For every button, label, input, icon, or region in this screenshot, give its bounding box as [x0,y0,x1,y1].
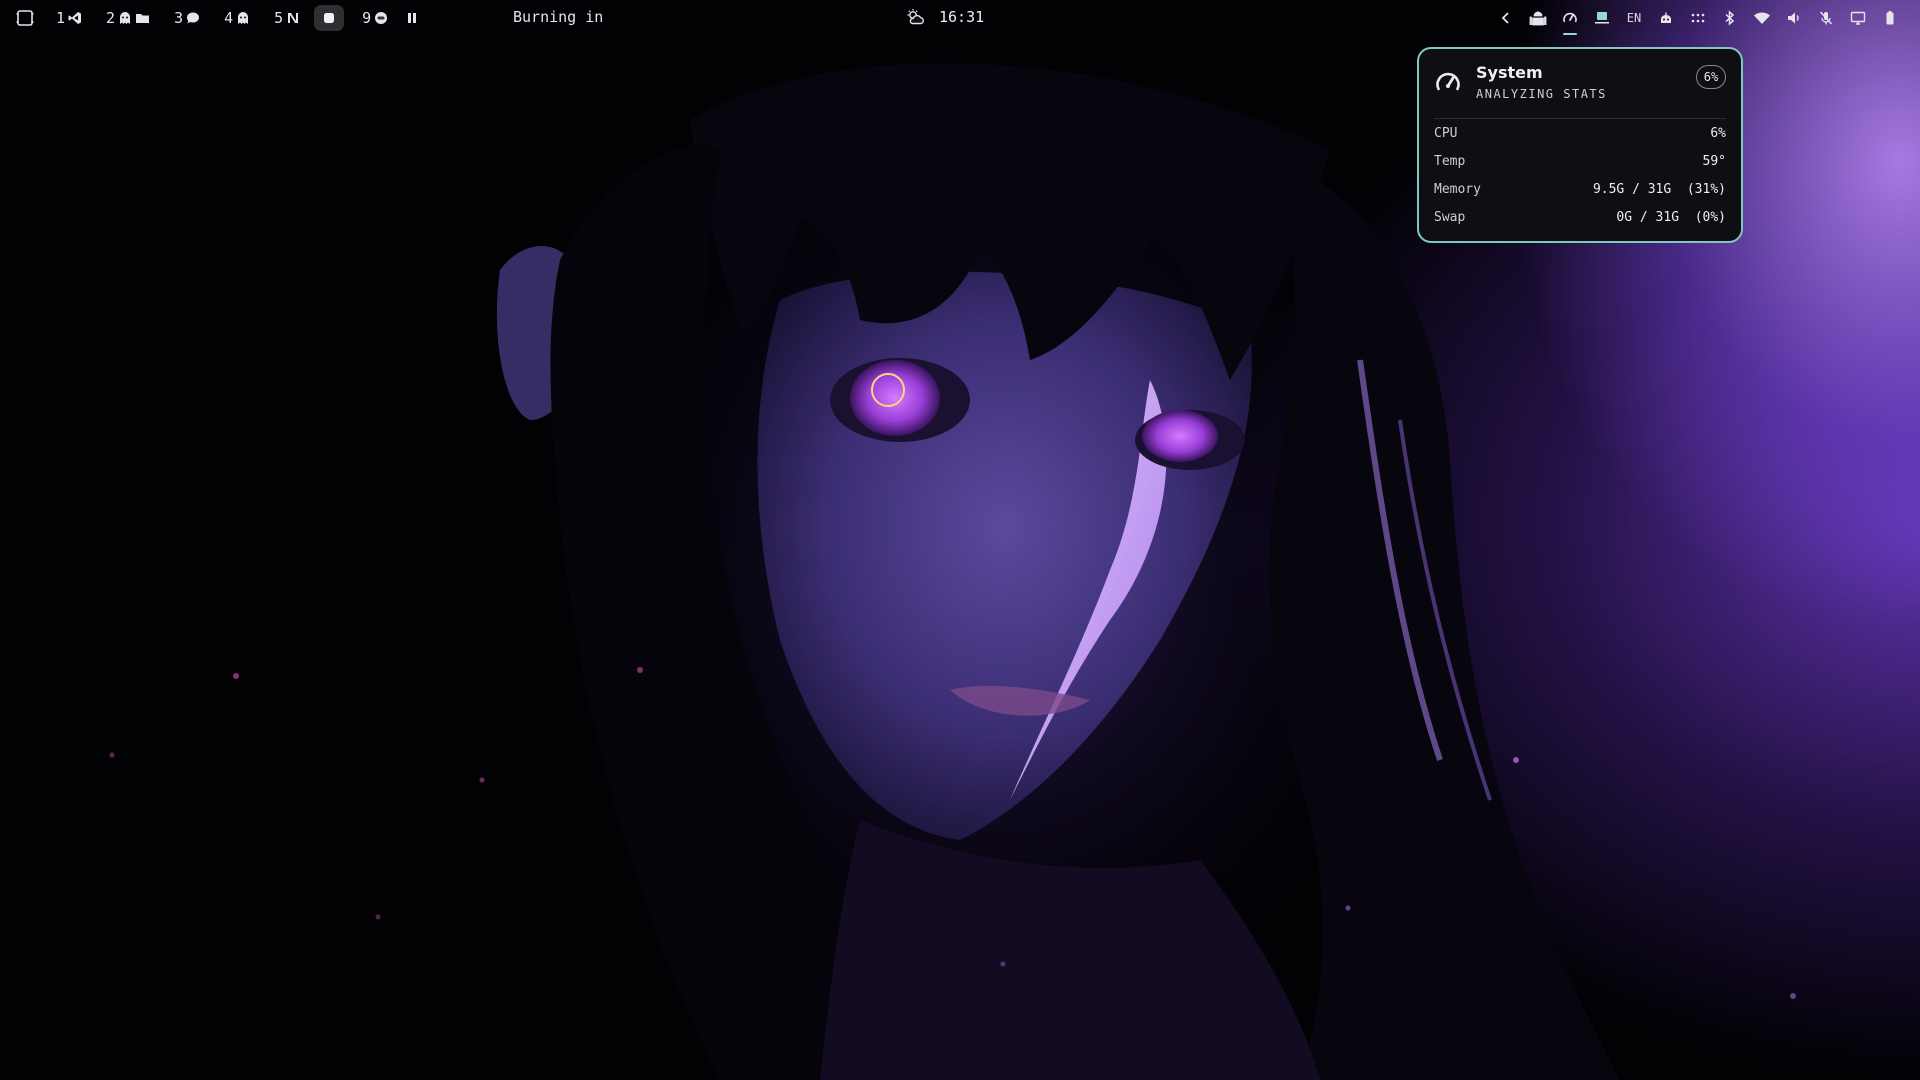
workspace-number: 2 [106,9,116,27]
chat-bubble-icon [187,12,200,24]
stat-label: Swap [1434,209,1466,225]
tray-laptop[interactable] [1586,6,1618,30]
top-bar: 1 2 3 4 5 9 Burning in 16:31 EN [0,0,1920,36]
stat-label: Memory [1434,181,1481,197]
stat-row-temp: Temp 59° [1434,147,1726,175]
workspace-9[interactable]: 9 [356,5,394,31]
speedometer-icon [1436,72,1460,91]
grid-dots-icon [1691,13,1705,23]
clock-time: 16:31 [939,8,985,26]
stat-row-cpu: CPU 6% [1434,119,1726,147]
stat-row-swap: Swap 0G / 31G (0%) [1434,203,1726,231]
workspace-list: 1 2 3 4 5 9 [50,5,406,31]
popup-header: System ANALYZING STATS 6% [1434,63,1726,119]
mosque-icon [1529,11,1547,26]
partly-cloudy-icon [907,9,924,25]
stat-row-memory: Memory 9.5G / 31G (31%) [1434,175,1726,203]
tray-display[interactable] [1842,6,1874,30]
workspace-3[interactable]: 3 [168,5,206,31]
workspace-number: 1 [56,9,66,27]
workspace-active[interactable] [314,5,345,31]
pause-icon[interactable] [406,11,418,25]
workspace-number: 4 [224,9,234,27]
ghost-icon [238,12,249,24]
tray-volume[interactable] [1778,6,1810,30]
workspace-number: 5 [274,9,284,27]
tray-wifi[interactable] [1746,6,1778,30]
clock-widget[interactable]: 16:31 [905,8,984,26]
desktop: 1 2 3 4 5 9 Burning in 16:31 EN System A… [0,0,1920,1080]
system-tray: EN [1490,6,1906,35]
stat-label: CPU [1434,125,1458,141]
speedometer-icon [1563,12,1577,23]
app-circle-icon [375,12,388,24]
battery-icon [1886,11,1894,25]
vscode-icon [68,12,82,24]
tray-language[interactable]: EN [1618,6,1650,30]
workspace-5[interactable]: 5 [268,5,306,31]
wifi-icon [1754,12,1770,24]
monitor-icon [1850,11,1866,25]
notion-icon [288,13,299,23]
workspace-number: 3 [174,9,184,27]
workspace-4[interactable]: 4 [218,5,256,31]
system-stats-popup: System ANALYZING STATS 6% CPU 6% Temp 59… [1417,47,1743,243]
tray-app[interactable] [1522,6,1554,30]
tray-apps-grid[interactable] [1682,6,1714,30]
workspace-1[interactable]: 1 [50,5,88,31]
workspace-number: 9 [362,9,372,27]
tray-system-monitor[interactable] [1554,6,1586,35]
laptop-icon [1595,12,1609,24]
popup-title: System [1476,63,1543,82]
cpu-usage-badge: 6% [1696,65,1726,89]
tray-expand[interactable] [1490,6,1522,30]
tray-battery[interactable] [1874,6,1906,30]
tray-microphone[interactable] [1810,6,1842,30]
overview-icon[interactable] [16,9,34,27]
bluetooth-icon [1725,10,1735,26]
square-icon [324,13,335,23]
tray-bluetooth[interactable] [1714,6,1746,30]
chevron-left-icon [1501,12,1509,24]
stat-value: 59° [1702,153,1726,169]
stat-value: 6% [1710,125,1726,141]
stat-value: 0G / 31G (0%) [1616,209,1726,225]
folder-icon [136,14,150,23]
workspace-2[interactable]: 2 [100,5,156,31]
popup-subtitle: ANALYZING STATS [1476,87,1607,101]
media-title[interactable]: Burning in [513,8,603,26]
robot-icon [1661,12,1671,23]
stat-value: 9.5G / 31G (31%) [1592,181,1726,197]
tray-gamepad[interactable] [1650,6,1682,30]
microphone-muted-icon [1819,11,1833,25]
ghost-icon [120,12,131,24]
volume-icon [1788,12,1799,24]
stat-label: Temp [1434,153,1466,169]
